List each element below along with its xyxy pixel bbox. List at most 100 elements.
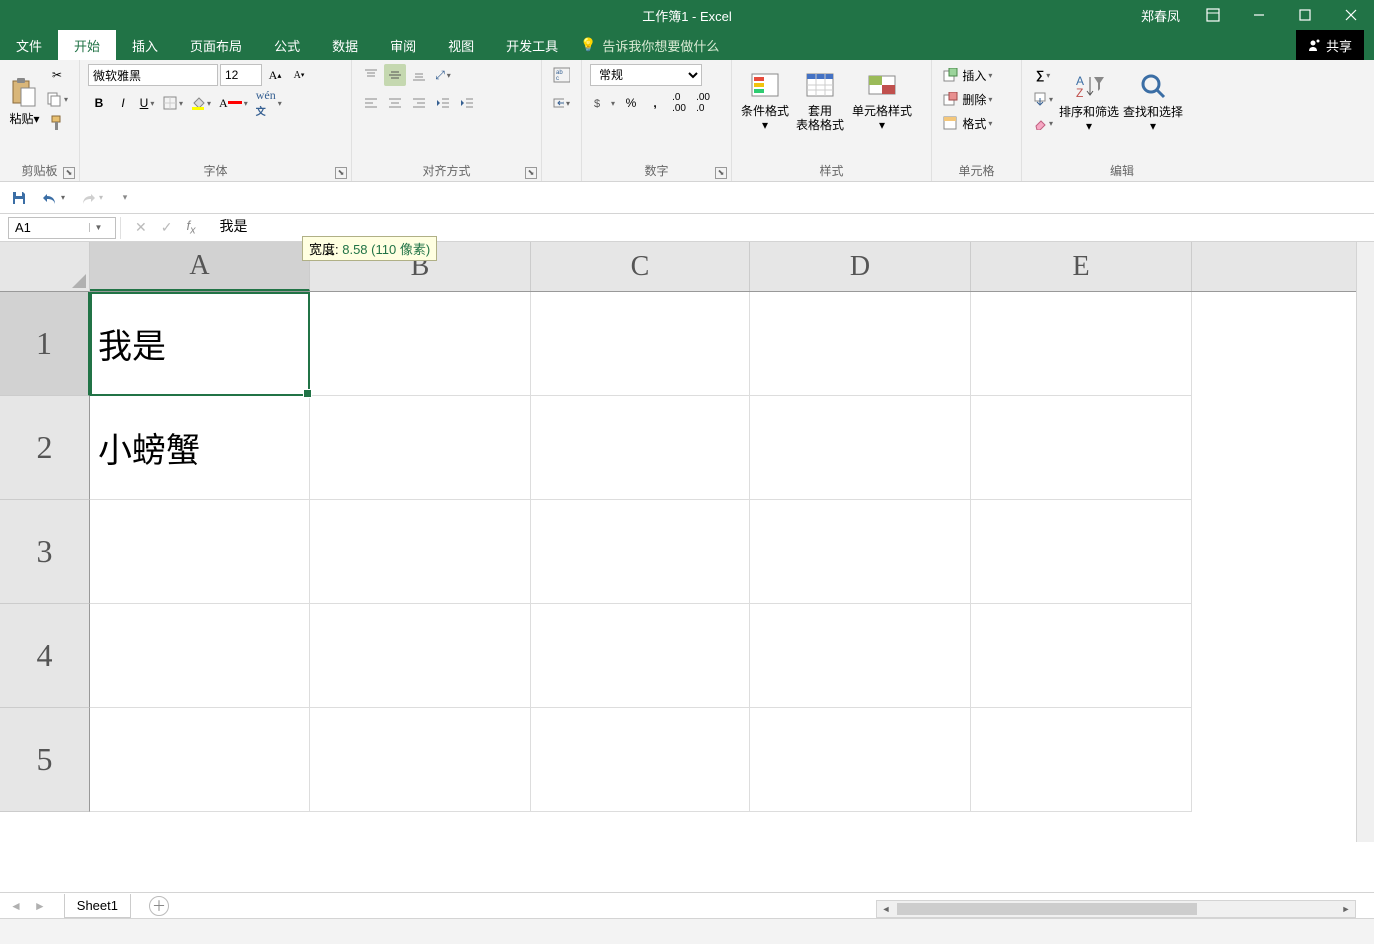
format-painter-button[interactable] (43, 112, 71, 134)
sheet-nav-prev[interactable]: ◄ (10, 899, 22, 913)
font-color-button[interactable]: A▾ (216, 92, 251, 114)
cell-C4[interactable] (531, 604, 750, 708)
cell-C2[interactable] (531, 396, 750, 500)
row-header-4[interactable]: 4 (0, 604, 90, 708)
qat-customize-button[interactable]: ▾ (114, 187, 136, 209)
underline-button[interactable]: U▾ (136, 92, 158, 114)
cell-B4[interactable] (310, 604, 531, 708)
cell-B5[interactable] (310, 708, 531, 812)
sort-filter-button[interactable]: AZ 排序和筛选▾ (1058, 65, 1120, 134)
tab-data[interactable]: 数据 (316, 30, 374, 60)
undo-button[interactable]: ▾ (38, 187, 68, 209)
cell-E5[interactable] (971, 708, 1192, 812)
fx-icon[interactable]: fx (186, 218, 195, 237)
paste-button[interactable]: 粘贴▾ (8, 72, 41, 126)
cell-A3[interactable] (90, 500, 310, 604)
delete-cells-button[interactable]: 删除▾ (940, 88, 1013, 110)
cell-D4[interactable] (750, 604, 971, 708)
tab-review[interactable]: 审阅 (374, 30, 432, 60)
find-select-button[interactable]: 查找和选择▾ (1122, 65, 1184, 134)
row-header-2[interactable]: 2 (0, 396, 90, 500)
number-format-select[interactable]: 常规 (590, 64, 702, 86)
maximize-button[interactable] (1282, 0, 1328, 30)
fill-button[interactable]: ▾ (1030, 88, 1056, 110)
bold-button[interactable]: B (88, 92, 110, 114)
name-box-dropdown[interactable]: ▼ (89, 223, 107, 232)
cell-C1[interactable] (531, 292, 750, 396)
tab-page-layout[interactable]: 页面布局 (174, 30, 258, 60)
table-format-button[interactable]: 套用 表格格式 (792, 64, 848, 133)
align-middle-button[interactable] (384, 64, 406, 86)
align-left-button[interactable] (360, 92, 382, 114)
tell-me[interactable]: 💡 告诉我你想要做什么 (580, 30, 719, 60)
save-button[interactable] (8, 187, 30, 209)
accounting-format-button[interactable]: $▾ (590, 92, 618, 114)
cell-D3[interactable] (750, 500, 971, 604)
vertical-scrollbar[interactable] (1356, 242, 1374, 842)
sheet-nav-next[interactable]: ► (34, 899, 46, 913)
decrease-indent-button[interactable] (432, 92, 454, 114)
minimize-button[interactable] (1236, 0, 1282, 30)
orientation-button[interactable]: ⤢▾ (432, 64, 454, 86)
copy-button[interactable]: ▾ (43, 88, 71, 110)
insert-cells-button[interactable]: 插入▾ (940, 64, 1013, 86)
decrease-font-button[interactable]: A▾ (288, 64, 310, 86)
cell-D1[interactable] (750, 292, 971, 396)
tab-insert[interactable]: 插入 (116, 30, 174, 60)
cell-B2[interactable] (310, 396, 531, 500)
redo-button[interactable]: ▾ (76, 187, 106, 209)
font-size-input[interactable] (220, 64, 262, 86)
cell-C3[interactable] (531, 500, 750, 604)
align-right-button[interactable] (408, 92, 430, 114)
tab-developer[interactable]: 开发工具 (490, 30, 574, 60)
cell-styles-button[interactable]: 单元格样式▾ (850, 64, 914, 133)
fill-color-button[interactable]: ▾ (188, 92, 214, 114)
cell-A4[interactable] (90, 604, 310, 708)
cut-button[interactable]: ✂ (43, 64, 71, 86)
new-sheet-button[interactable]: ＋ (149, 896, 169, 916)
merge-button[interactable]: ▾ (550, 92, 573, 114)
column-resize-cursor[interactable]: ↔ (323, 243, 337, 259)
hscroll-left[interactable]: ◄ (877, 901, 895, 917)
italic-button[interactable]: I (112, 92, 134, 114)
hscroll-thumb[interactable] (897, 903, 1197, 915)
cell-A2[interactable]: 小螃蟹 (90, 396, 310, 500)
close-button[interactable] (1328, 0, 1374, 30)
cancel-formula-button[interactable]: ✕ (135, 219, 147, 236)
cell-E4[interactable] (971, 604, 1192, 708)
sheet-tab-1[interactable]: Sheet1 (64, 894, 131, 918)
cell-E2[interactable] (971, 396, 1192, 500)
cell-C5[interactable] (531, 708, 750, 812)
number-dialog-launcher[interactable]: ⬊ (715, 167, 727, 179)
tab-formulas[interactable]: 公式 (258, 30, 316, 60)
format-cells-button[interactable]: 格式▾ (940, 112, 1013, 134)
comma-button[interactable]: , (644, 92, 666, 114)
tab-file[interactable]: 文件 (0, 30, 58, 60)
cell-E3[interactable] (971, 500, 1192, 604)
cell-A5[interactable] (90, 708, 310, 812)
cell-B3[interactable] (310, 500, 531, 604)
cell-E1[interactable] (971, 292, 1192, 396)
conditional-format-button[interactable]: 条件格式▾ (740, 64, 790, 133)
decrease-decimal-button[interactable]: .00.0 (692, 92, 714, 114)
clipboard-dialog-launcher[interactable]: ⬊ (63, 167, 75, 179)
tab-home[interactable]: 开始 (58, 30, 116, 60)
name-box[interactable]: ▼ (8, 217, 116, 239)
col-header-E[interactable]: E (971, 242, 1192, 291)
increase-decimal-button[interactable]: .0.00 (668, 92, 690, 114)
phonetic-button[interactable]: wén文▾ (253, 92, 285, 114)
clear-button[interactable]: ▾ (1030, 112, 1056, 134)
share-button[interactable]: 共享 (1296, 30, 1364, 60)
align-bottom-button[interactable] (408, 64, 430, 86)
font-name-input[interactable] (88, 64, 218, 86)
enter-formula-button[interactable]: ✓ (161, 219, 173, 236)
row-header-3[interactable]: 3 (0, 500, 90, 604)
name-box-input[interactable] (9, 220, 89, 235)
cell-D2[interactable] (750, 396, 971, 500)
col-header-D[interactable]: D (750, 242, 971, 291)
row-header-5[interactable]: 5 (0, 708, 90, 812)
cell-B1[interactable] (310, 292, 531, 396)
user-name[interactable]: 郑春凤 (1141, 6, 1180, 25)
ribbon-options-button[interactable] (1190, 0, 1236, 30)
col-header-A[interactable]: A (90, 242, 310, 291)
